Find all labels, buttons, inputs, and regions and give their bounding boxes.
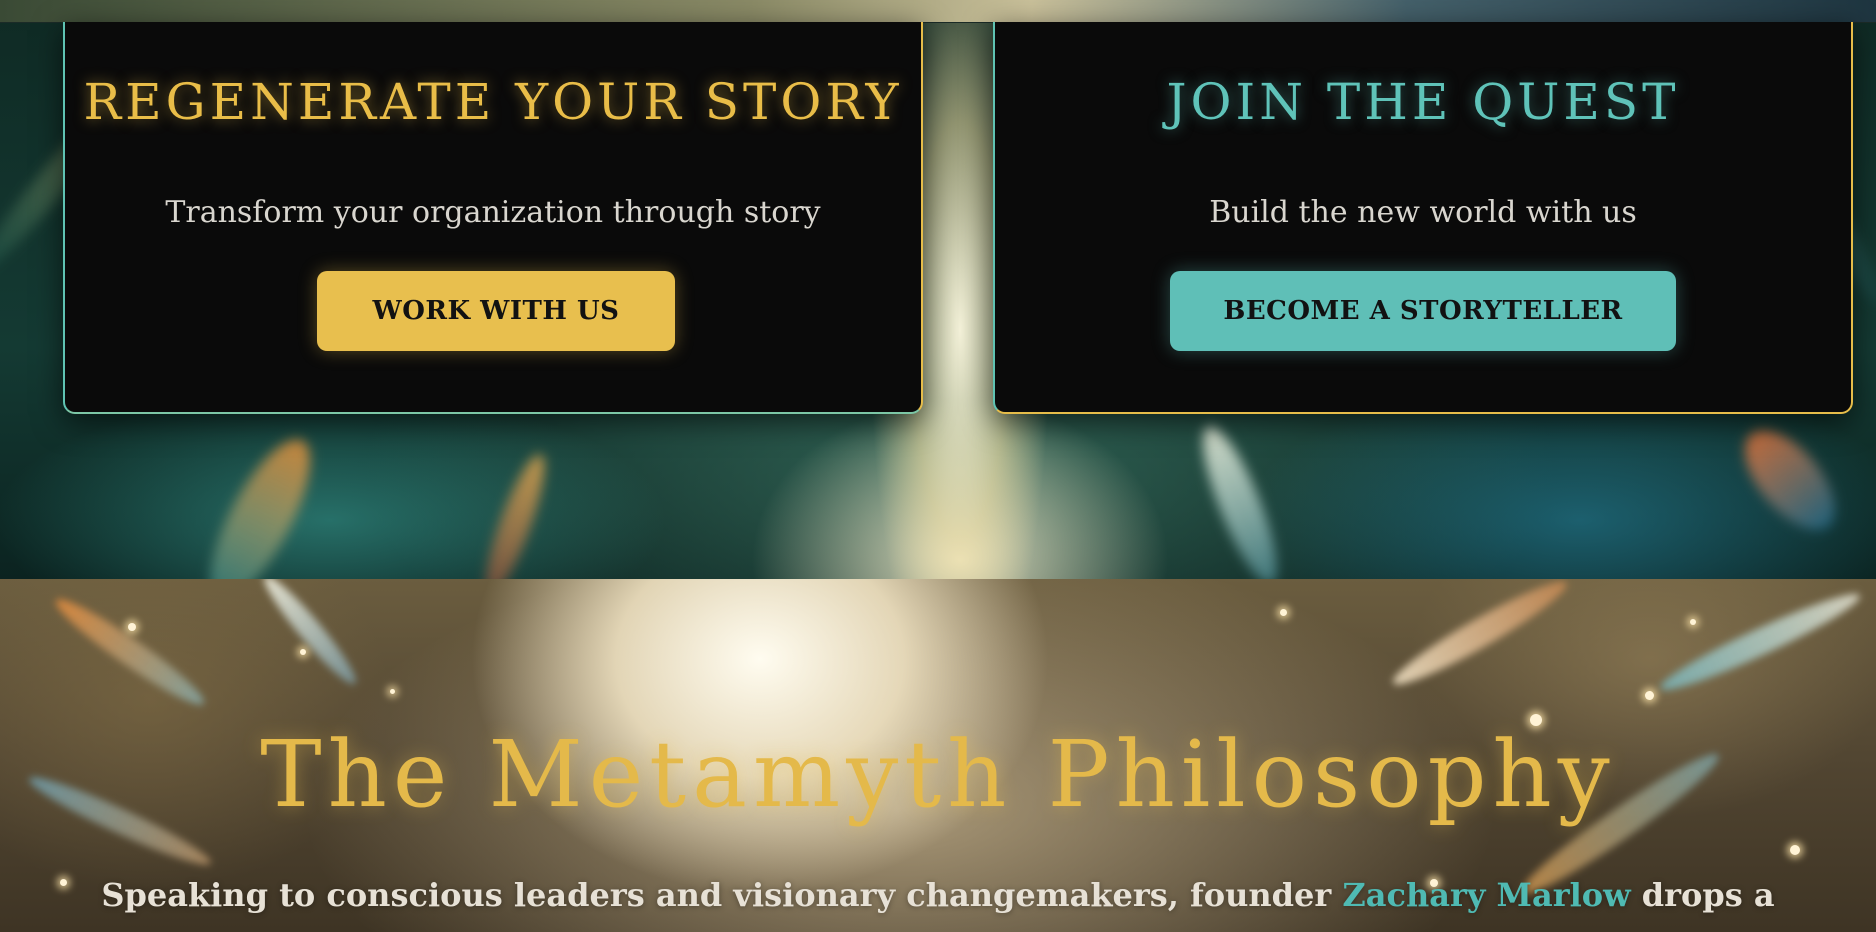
sparkle <box>1280 609 1287 616</box>
philosophy-section: The Metamyth Philosophy Speaking to cons… <box>0 579 1876 932</box>
light-ray <box>191 426 329 579</box>
become-storyteller-button[interactable]: BECOME A STORYTELLER <box>1170 271 1676 351</box>
regenerate-story-card: Regenerate Your Story Transform your org… <box>63 22 923 414</box>
sparkle <box>1790 845 1800 855</box>
join-quest-card: Join the Quest Build the new world with … <box>993 22 1853 414</box>
card-title: Join the Quest <box>1166 73 1680 131</box>
work-with-us-button[interactable]: WORK WITH US <box>317 271 675 351</box>
light-ray <box>1189 418 1291 579</box>
light-streak <box>256 579 364 691</box>
sparkle <box>390 689 395 694</box>
light-streak <box>48 589 212 715</box>
light-ray <box>1728 414 1852 546</box>
sparkle <box>1645 691 1654 700</box>
philosophy-heading: The Metamyth Philosophy <box>260 721 1616 828</box>
card-subtitle: Transform your organization through stor… <box>165 195 821 230</box>
sparkle <box>1690 619 1696 625</box>
founder-link[interactable]: Zachary Marlow <box>1342 876 1630 914</box>
intro-text: Speaking to conscious leaders and vision… <box>101 876 1343 914</box>
philosophy-intro: Speaking to conscious leaders and vision… <box>0 875 1876 917</box>
light-streak <box>1386 579 1574 696</box>
light-ray <box>475 449 555 579</box>
card-subtitle: Build the new world with us <box>1209 195 1637 230</box>
top-header-strip <box>0 0 1876 23</box>
card-title: Regenerate Your Story <box>83 73 903 131</box>
intro-text-continued: drops a <box>1630 876 1775 914</box>
sparkle <box>300 649 306 655</box>
cta-section: Regenerate Your Story Transform your org… <box>0 0 1876 579</box>
sparkle <box>128 623 136 631</box>
light-streak <box>1654 583 1866 701</box>
